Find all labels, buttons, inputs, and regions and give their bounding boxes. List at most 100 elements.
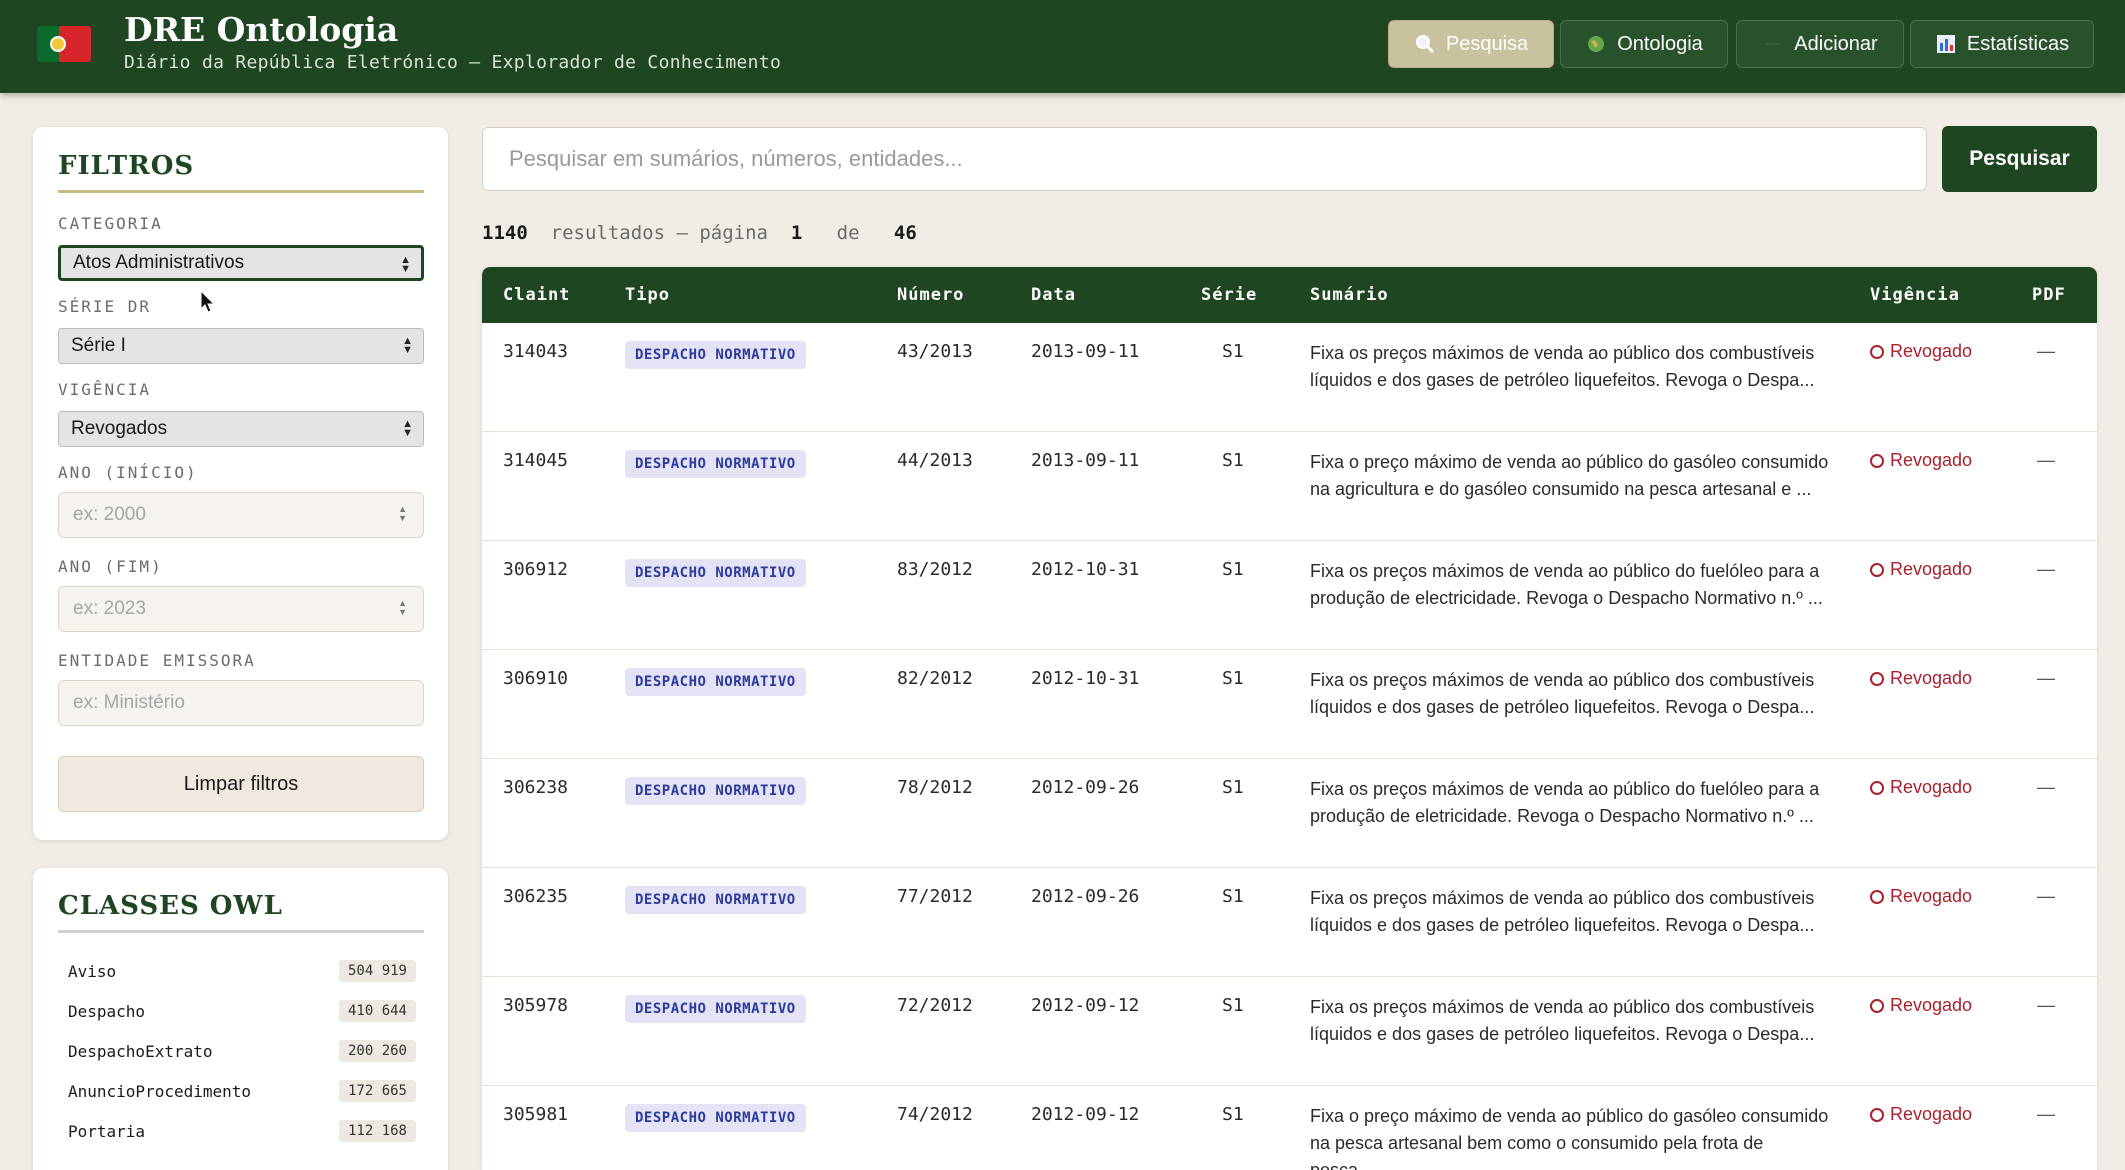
vigencia-label: Revogado xyxy=(1890,341,1973,361)
app-header: DRE Ontologia Diário da República Eletró… xyxy=(0,0,2125,93)
serie-select[interactable]: Série I ▲ ▼ xyxy=(58,328,424,364)
table-row[interactable]: 306910 DESPACHO NORMATIVO 82/2012 2012-10-3… xyxy=(482,650,2097,759)
results-count: 1140 xyxy=(482,222,528,244)
owl-class-row[interactable]: Aviso 504 919 xyxy=(58,957,424,987)
table-row[interactable]: 306238 DESPACHO NORMATIVO 78/2012 2012-09-2… xyxy=(482,759,2097,868)
ano-inicio-input[interactable]: ex: 2000 ▲ ▼ xyxy=(58,492,424,538)
cell-pdf: — xyxy=(2037,1104,2055,1124)
ano-fim-input[interactable]: ex: 2023 ▲ ▼ xyxy=(58,586,424,632)
search-button[interactable]: Pesquisar xyxy=(1942,126,2097,192)
cell-sumario: Fixa os preços máximos de venda ao públi… xyxy=(1310,888,1815,935)
cell-serie: S1 xyxy=(1222,668,1244,689)
cell-serie: S1 xyxy=(1222,450,1244,471)
ano-fim-placeholder: ex: 2023 xyxy=(73,598,146,619)
ano-inicio-label: ANO (INÍCIO) xyxy=(58,463,198,482)
vigencia-status: Revogado xyxy=(1870,1104,1972,1125)
revoked-circle-icon xyxy=(1870,562,1884,577)
cell-pdf: — xyxy=(2037,559,2055,579)
revoked-circle-icon xyxy=(1870,453,1884,468)
tipo-badge: DESPACHO NORMATIVO xyxy=(625,886,806,914)
nav-pesquisa-label: Pesquisa xyxy=(1445,32,1529,55)
cell-claint: 306912 xyxy=(503,559,569,580)
cell-data: 2012-09-26 xyxy=(1031,777,1140,798)
table-row[interactable]: 305978 DESPACHO NORMATIVO 72/2012 2012-09-1… xyxy=(482,977,2097,1086)
globe-icon xyxy=(1585,33,1607,55)
vigencia-value: Revogados xyxy=(71,418,168,439)
tipo-badge: DESPACHO NORMATIVO xyxy=(625,450,806,478)
table-row[interactable]: 314045 DESPACHO NORMATIVO 44/2013 2013-09-1… xyxy=(482,432,2097,541)
nav-ontologia-label: Ontologia xyxy=(1617,32,1703,55)
cell-serie: S1 xyxy=(1222,341,1244,362)
cell-claint: 305981 xyxy=(503,1104,569,1125)
portugal-flag-icon xyxy=(37,26,91,62)
tipo-badge: DESPACHO NORMATIVO xyxy=(625,1104,806,1132)
categoria-select[interactable]: Atos Administrativos ▲ ▼ xyxy=(58,245,424,281)
vigencia-status: Revogado xyxy=(1870,341,1972,362)
vigencia-status: Revogado xyxy=(1870,559,1972,580)
cell-serie: S1 xyxy=(1222,777,1244,798)
cell-data: 2012-10-31 xyxy=(1031,668,1140,689)
table-row[interactable]: 306912 DESPACHO NORMATIVO 83/2012 2012-10-3… xyxy=(482,541,2097,650)
nav-adicionar-button[interactable]: Adicionar xyxy=(1736,20,1904,68)
revoked-circle-icon xyxy=(1870,780,1884,795)
results-table: Claint Tipo Número Data Série Sumário Vi… xyxy=(482,267,2097,1170)
col-data[interactable]: Data xyxy=(1031,285,1076,305)
nav-pesquisa-button[interactable]: Pesquisa xyxy=(1388,20,1554,68)
cell-claint: 314043 xyxy=(503,341,569,362)
stepper-icon[interactable]: ▲ ▼ xyxy=(398,599,407,617)
cell-pdf: — xyxy=(2037,450,2055,470)
owl-class-row[interactable]: Despacho 410 644 xyxy=(58,997,424,1027)
cell-claint: 306235 xyxy=(503,886,569,907)
owl-class-row[interactable]: DespachoExtrato 200 260 xyxy=(58,1037,424,1067)
vigencia-select[interactable]: Revogados ▲ ▼ xyxy=(58,411,424,447)
col-serie[interactable]: Série xyxy=(1201,285,1257,305)
table-row[interactable]: 306235 DESPACHO NORMATIVO 77/2012 2012-09-2… xyxy=(482,868,2097,977)
col-pdf[interactable]: PDF xyxy=(2032,285,2066,305)
owl-class-name: Portaria xyxy=(68,1122,146,1141)
vigencia-label: Revogado xyxy=(1890,995,1973,1015)
serie-label: SÉRIE DR xyxy=(58,297,152,316)
vigencia-label: Revogado xyxy=(1890,1104,1973,1124)
results-de: de xyxy=(836,222,860,244)
cell-numero: 44/2013 xyxy=(897,450,973,471)
col-vigencia[interactable]: Vigência xyxy=(1870,285,1960,305)
cell-data: 2012-09-12 xyxy=(1031,1104,1140,1125)
owl-class-row[interactable]: Portaria 112 168 xyxy=(58,1117,424,1147)
nav-estatisticas-button[interactable]: Estatísticas xyxy=(1910,20,2094,68)
table-row[interactable]: 314043 DESPACHO NORMATIVO 43/2013 2013-09-1… xyxy=(482,323,2097,432)
cell-pdf: — xyxy=(2037,668,2055,688)
cell-sumario: Fixa os preços máximos de venda ao públi… xyxy=(1310,997,1815,1044)
ano-fim-label: ANO (FIM) xyxy=(58,557,163,576)
cell-data: 2013-09-11 xyxy=(1031,450,1140,471)
col-sumario[interactable]: Sumário xyxy=(1310,285,1389,305)
magnifier-icon xyxy=(1414,33,1436,55)
col-claint[interactable]: Claint xyxy=(503,285,570,305)
cell-sumario: Fixa os preços máximos de venda ao públi… xyxy=(1310,670,1815,717)
vigencia-label: VIGÊNCIA xyxy=(58,380,152,399)
plus-icon xyxy=(1762,33,1784,55)
select-arrows-icon: ▲ ▼ xyxy=(402,418,413,439)
cell-serie: S1 xyxy=(1222,1104,1244,1125)
nav-estatisticas-label: Estatísticas xyxy=(1966,32,2070,55)
entidade-input[interactable]: ex: Ministério xyxy=(58,680,424,726)
cell-numero: 74/2012 xyxy=(897,1104,973,1125)
vigencia-status: Revogado xyxy=(1870,450,1972,471)
owl-class-name: AnuncioProcedimento xyxy=(68,1082,252,1101)
cell-sumario: Fixa o preço máximo de venda ao público … xyxy=(1310,452,1829,499)
col-tipo[interactable]: Tipo xyxy=(625,285,670,305)
entidade-placeholder: ex: Ministério xyxy=(73,692,185,713)
stepper-icon[interactable]: ▲ ▼ xyxy=(398,505,407,523)
owl-class-name: Aviso xyxy=(68,962,117,981)
search-input[interactable]: Pesquisar em sumários, números, entidade… xyxy=(482,127,1927,191)
nav-ontologia-button[interactable]: Ontologia xyxy=(1560,20,1728,68)
limpar-filtros-button[interactable]: Limpar filtros xyxy=(58,756,424,812)
serie-value: Série I xyxy=(71,335,126,356)
vigencia-label: Revogado xyxy=(1890,450,1973,470)
table-row[interactable]: 305981 DESPACHO NORMATIVO 74/2012 2012-09-1… xyxy=(482,1086,2097,1170)
col-numero[interactable]: Número xyxy=(897,285,964,305)
revoked-circle-icon xyxy=(1870,998,1884,1013)
ano-inicio-placeholder: ex: 2000 xyxy=(73,504,146,525)
cell-claint: 305978 xyxy=(503,995,569,1016)
owl-class-row[interactable]: AnuncioProcedimento 172 665 xyxy=(58,1077,424,1107)
entidade-label: ENTIDADE EMISSORA xyxy=(58,651,256,670)
